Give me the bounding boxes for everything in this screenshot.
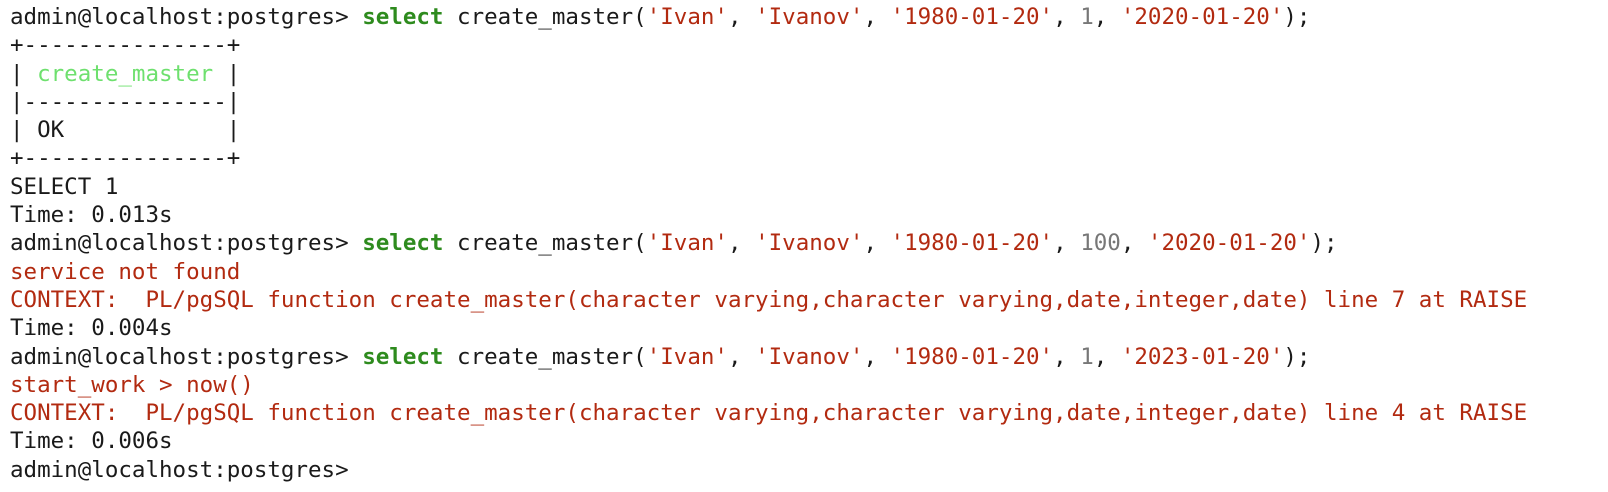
table-pipe: | [10,60,38,87]
sql-keyword: select [362,4,444,30]
result-table-separator: |---------------| [10,88,241,115]
arg-separator: , [1053,343,1081,370]
sql-string-arg: '2020-01-20' [1120,4,1284,30]
prompt: admin@localhost:postgres> [10,4,363,30]
sql-string-arg: 'Ivan' [646,343,728,370]
function-call: create_master( [443,230,647,257]
sql-string-arg: '2023-01-20' [1120,343,1284,370]
command-line: admin@localhost:postgres> select create_… [10,343,1608,371]
prompt: admin@localhost:postgres> [10,230,363,257]
sql-string-arg: 'Ivanov' [755,343,864,370]
statement-close: ); [1283,4,1311,30]
sql-keyword: select [362,230,444,257]
error-message: start_work > now() [10,371,254,398]
result-table-border-top: +---------------+ [10,32,241,59]
sql-keyword: select [362,343,444,370]
command-line: admin@localhost:postgres> select create_… [10,229,1608,257]
statement-close: ); [1283,343,1311,370]
sql-string-arg: 'Ivan' [646,4,728,30]
sql-string-arg: 'Ivanov' [755,230,864,257]
arg-separator: , [1093,343,1121,370]
arg-separator: , [863,343,891,370]
arg-separator: , [727,230,756,257]
arg-separator: , [863,230,891,257]
function-call: create_master( [443,4,647,30]
arg-separator: , [863,4,891,30]
select-status: SELECT 1 [10,173,119,200]
sql-string-arg: 'Ivanov' [755,4,864,30]
prompt: admin@localhost:postgres> [10,456,349,483]
sql-number-arg: 100 [1080,230,1121,257]
arg-separator: , [727,343,756,370]
sql-string-arg: 'Ivan' [646,230,728,257]
table-pipe: | [213,60,241,87]
arg-separator: , [1053,4,1081,30]
function-call: create_master( [443,343,647,370]
timing-line: Time: 0.006s [10,428,173,455]
result-table-row: | OK | [10,117,241,144]
sql-string-arg: '1980-01-20' [890,4,1054,30]
error-message: service not found [10,258,241,285]
sql-string-arg: '1980-01-20' [890,230,1054,257]
sql-number-arg: 1 [1080,343,1094,370]
arg-separator: , [1120,230,1148,257]
error-context: CONTEXT: PL/pgSQL function create_master… [10,400,1528,427]
timing-line: Time: 0.004s [10,315,173,342]
statement-close: ); [1310,230,1338,257]
result-column-header: create_master [37,60,214,87]
sql-number-arg: 1 [1080,4,1094,30]
arg-separator: , [1053,230,1081,257]
terminal-output[interactable]: admin@localhost:postgres> select create_… [0,0,1608,492]
sql-string-arg: '2020-01-20' [1147,230,1311,257]
arg-separator: , [1093,4,1121,30]
command-prompt-input[interactable]: admin@localhost:postgres> [10,456,1608,484]
timing-line: Time: 0.013s [10,202,173,229]
command-line: admin@localhost:postgres> select create_… [10,3,1608,31]
error-context: CONTEXT: PL/pgSQL function create_master… [10,286,1528,313]
result-table-header-row: | create_master | [10,60,1608,88]
sql-string-arg: '1980-01-20' [890,343,1054,370]
result-table-border-bottom: +---------------+ [10,145,241,172]
arg-separator: , [727,4,756,30]
prompt: admin@localhost:postgres> [10,343,363,370]
